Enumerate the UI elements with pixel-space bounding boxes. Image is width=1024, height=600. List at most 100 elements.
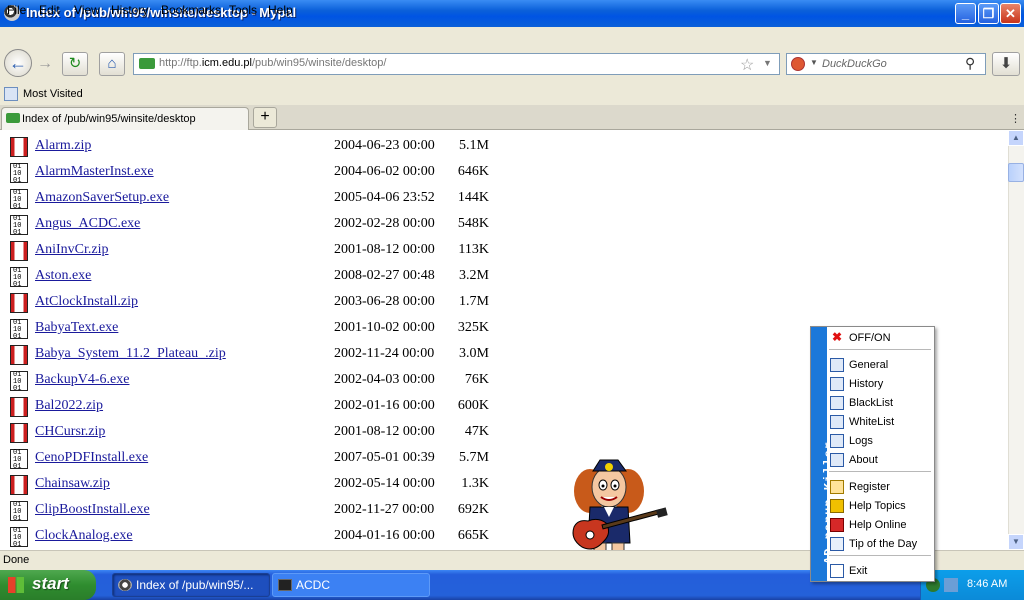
file-size: 5.1M bbox=[459, 138, 489, 153]
start-label[interactable]: start bbox=[32, 574, 69, 594]
popup-item-help-online[interactable]: Help Online bbox=[830, 516, 930, 535]
list-item: CHCursr.zip 2001-08-12 00:00 47K bbox=[0, 421, 600, 447]
list-item: 01 10 01 BabyaText.exe 2001-10-02 00:00 325… bbox=[0, 317, 600, 343]
zip-file-icon bbox=[10, 345, 28, 365]
tray-clock[interactable]: 8:46 AM bbox=[967, 578, 1007, 590]
file-link[interactable]: Alarm.zip bbox=[35, 138, 91, 154]
popup-item-label: Register bbox=[849, 481, 890, 493]
url-dropdown-icon[interactable]: ▼ bbox=[763, 58, 772, 68]
tip-icon bbox=[830, 537, 844, 551]
exe-file-icon: 01 10 01 bbox=[10, 527, 28, 549]
zip-file-icon bbox=[10, 137, 28, 157]
file-link[interactable]: Angus_ACDC.exe bbox=[35, 216, 140, 232]
taskbar-button-acdc-label[interactable]: ACDC bbox=[296, 578, 330, 592]
file-link[interactable]: ClockAnalog.exe bbox=[35, 528, 133, 544]
file-date: 2002-04-03 00:00 bbox=[334, 372, 435, 387]
menu-help[interactable]: Help bbox=[268, 3, 293, 17]
popup-item-off-on[interactable]: ✖ OFF/ON bbox=[830, 329, 930, 348]
tab-label[interactable]: Index of /pub/win95/winsite/desktop bbox=[22, 113, 196, 125]
vertical-scrollbar[interactable] bbox=[1008, 130, 1024, 550]
popup-item-help-topics[interactable]: Help Topics bbox=[830, 497, 930, 516]
file-date: 2002-11-24 00:00 bbox=[334, 346, 435, 361]
menu-tools[interactable]: Tools bbox=[229, 3, 257, 17]
scroll-thumb[interactable] bbox=[1008, 163, 1024, 182]
file-size: 692K bbox=[457, 502, 489, 517]
zip-file-icon bbox=[10, 397, 28, 417]
exe-file-icon: 01 10 01 bbox=[10, 371, 28, 393]
menu-edit[interactable]: Edit bbox=[39, 3, 60, 17]
file-date: 2002-11-27 00:00 bbox=[334, 502, 435, 517]
file-size: 113K bbox=[458, 242, 489, 257]
home-button[interactable]: ⌂ bbox=[99, 52, 125, 76]
zip-file-icon bbox=[10, 293, 28, 313]
file-date: 2004-01-16 00:00 bbox=[334, 528, 435, 543]
popup-item-general[interactable]: General bbox=[830, 356, 930, 375]
bookmarks-toolbar bbox=[0, 83, 1024, 105]
file-link[interactable]: CenoPDFInstall.exe bbox=[35, 450, 148, 466]
file-link[interactable]: Babya_System_11.2_Plateau_.zip bbox=[35, 346, 226, 362]
minimize-button[interactable]: _ bbox=[955, 3, 976, 24]
file-link[interactable]: AtClockInstall.zip bbox=[35, 294, 138, 310]
menu-view[interactable]: View bbox=[74, 3, 100, 17]
menu-file[interactable]: File bbox=[7, 3, 26, 17]
taskbar-button-browser-label[interactable]: Index of /pub/win95/... bbox=[136, 578, 253, 592]
popup-item-register[interactable]: Register bbox=[830, 478, 930, 497]
list-item: 01 10 01 Angus_ACDC.exe 2002-02-28 00:00 54… bbox=[0, 213, 600, 239]
downloads-button[interactable]: ⬇ bbox=[992, 52, 1020, 76]
reload-button[interactable]: ↻ bbox=[62, 52, 88, 76]
win-icon bbox=[830, 434, 844, 448]
file-link[interactable]: BackupV4-6.exe bbox=[35, 372, 129, 388]
list-item: 01 10 01 Aston.exe 2008-02-27 00:48 3.2M bbox=[0, 265, 600, 291]
win-icon bbox=[830, 415, 844, 429]
file-link[interactable]: Aston.exe bbox=[35, 268, 91, 284]
duckduckgo-icon[interactable] bbox=[791, 57, 805, 71]
file-link[interactable]: BabyaText.exe bbox=[35, 320, 118, 336]
list-item: 01 10 01 AmazonSaverSetup.exe 2005-04-06 2… bbox=[0, 187, 600, 213]
exe-file-icon: 01 10 01 bbox=[10, 189, 28, 211]
new-tab-button[interactable]: + bbox=[253, 107, 277, 128]
list-item: 01 10 01 BackupV4-6.exe 2002-04-03 00:00 76… bbox=[0, 369, 600, 395]
back-button[interactable]: ← bbox=[4, 49, 32, 77]
menu-bookmarks[interactable]: Bookmarks bbox=[161, 3, 221, 17]
file-link[interactable]: CHCursr.zip bbox=[35, 424, 105, 440]
popup-item-whitelist[interactable]: WhiteList bbox=[830, 413, 930, 432]
file-link[interactable]: ClipBoostInstall.exe bbox=[35, 502, 150, 518]
file-link[interactable]: AlarmMasterInst.exe bbox=[35, 164, 154, 180]
search-input[interactable]: DuckDuckGo bbox=[822, 58, 887, 70]
key-icon bbox=[830, 480, 844, 494]
most-visited-icon[interactable] bbox=[4, 87, 18, 101]
scroll-down-button[interactable]: ▼ bbox=[1008, 534, 1024, 550]
most-visited-bookmark[interactable]: Most Visited bbox=[23, 88, 83, 100]
popup-item-about[interactable]: About bbox=[830, 451, 930, 470]
popup-item-blacklist[interactable]: BlackList bbox=[830, 394, 930, 413]
list-all-tabs-icon[interactable]: ⋮⋮ bbox=[1010, 112, 1024, 125]
file-link[interactable]: AmazonSaverSetup.exe bbox=[35, 190, 169, 206]
file-link[interactable]: AniInvCr.zip bbox=[35, 242, 109, 258]
exe-file-icon: 01 10 01 bbox=[10, 267, 28, 289]
tray-app-icon[interactable] bbox=[944, 578, 958, 592]
search-icon[interactable]: ⚲ bbox=[965, 55, 975, 72]
file-size: 1.7M bbox=[459, 294, 489, 309]
list-item: AniInvCr.zip 2001-08-12 00:00 113K bbox=[0, 239, 600, 265]
forward-button[interactable]: → bbox=[35, 54, 55, 74]
file-size: 144K bbox=[457, 190, 489, 205]
popup-item-tip-of-the-day[interactable]: Tip of the Day bbox=[830, 535, 930, 554]
restore-button[interactable]: ❐ bbox=[978, 3, 999, 24]
search-engine-dropdown-icon[interactable]: ▼ bbox=[810, 58, 818, 67]
close-button[interactable]: ✕ bbox=[1000, 3, 1021, 24]
menu-separator bbox=[829, 471, 931, 473]
file-link[interactable]: Bal2022.zip bbox=[35, 398, 103, 414]
bookmark-star-icon[interactable]: ☆ bbox=[740, 55, 754, 75]
status-text: Done bbox=[3, 554, 30, 566]
popup-item-history[interactable]: History bbox=[830, 375, 930, 394]
popup-item-exit[interactable]: Exit bbox=[830, 562, 930, 581]
file-link[interactable]: Chainsaw.zip bbox=[35, 476, 110, 492]
menu-history[interactable]: History bbox=[111, 3, 148, 17]
popup-item-logs[interactable]: Logs bbox=[830, 432, 930, 451]
url-text[interactable]: http://ftp.icm.edu.pl/pub/win95/winsite/… bbox=[159, 57, 386, 69]
popup-item-label: WhiteList bbox=[849, 416, 895, 428]
site-identity-icon[interactable] bbox=[139, 58, 155, 69]
popup-item-label: Exit bbox=[849, 565, 868, 577]
scroll-up-button[interactable]: ▲ bbox=[1008, 130, 1024, 146]
exe-file-icon: 01 10 01 bbox=[10, 501, 28, 523]
